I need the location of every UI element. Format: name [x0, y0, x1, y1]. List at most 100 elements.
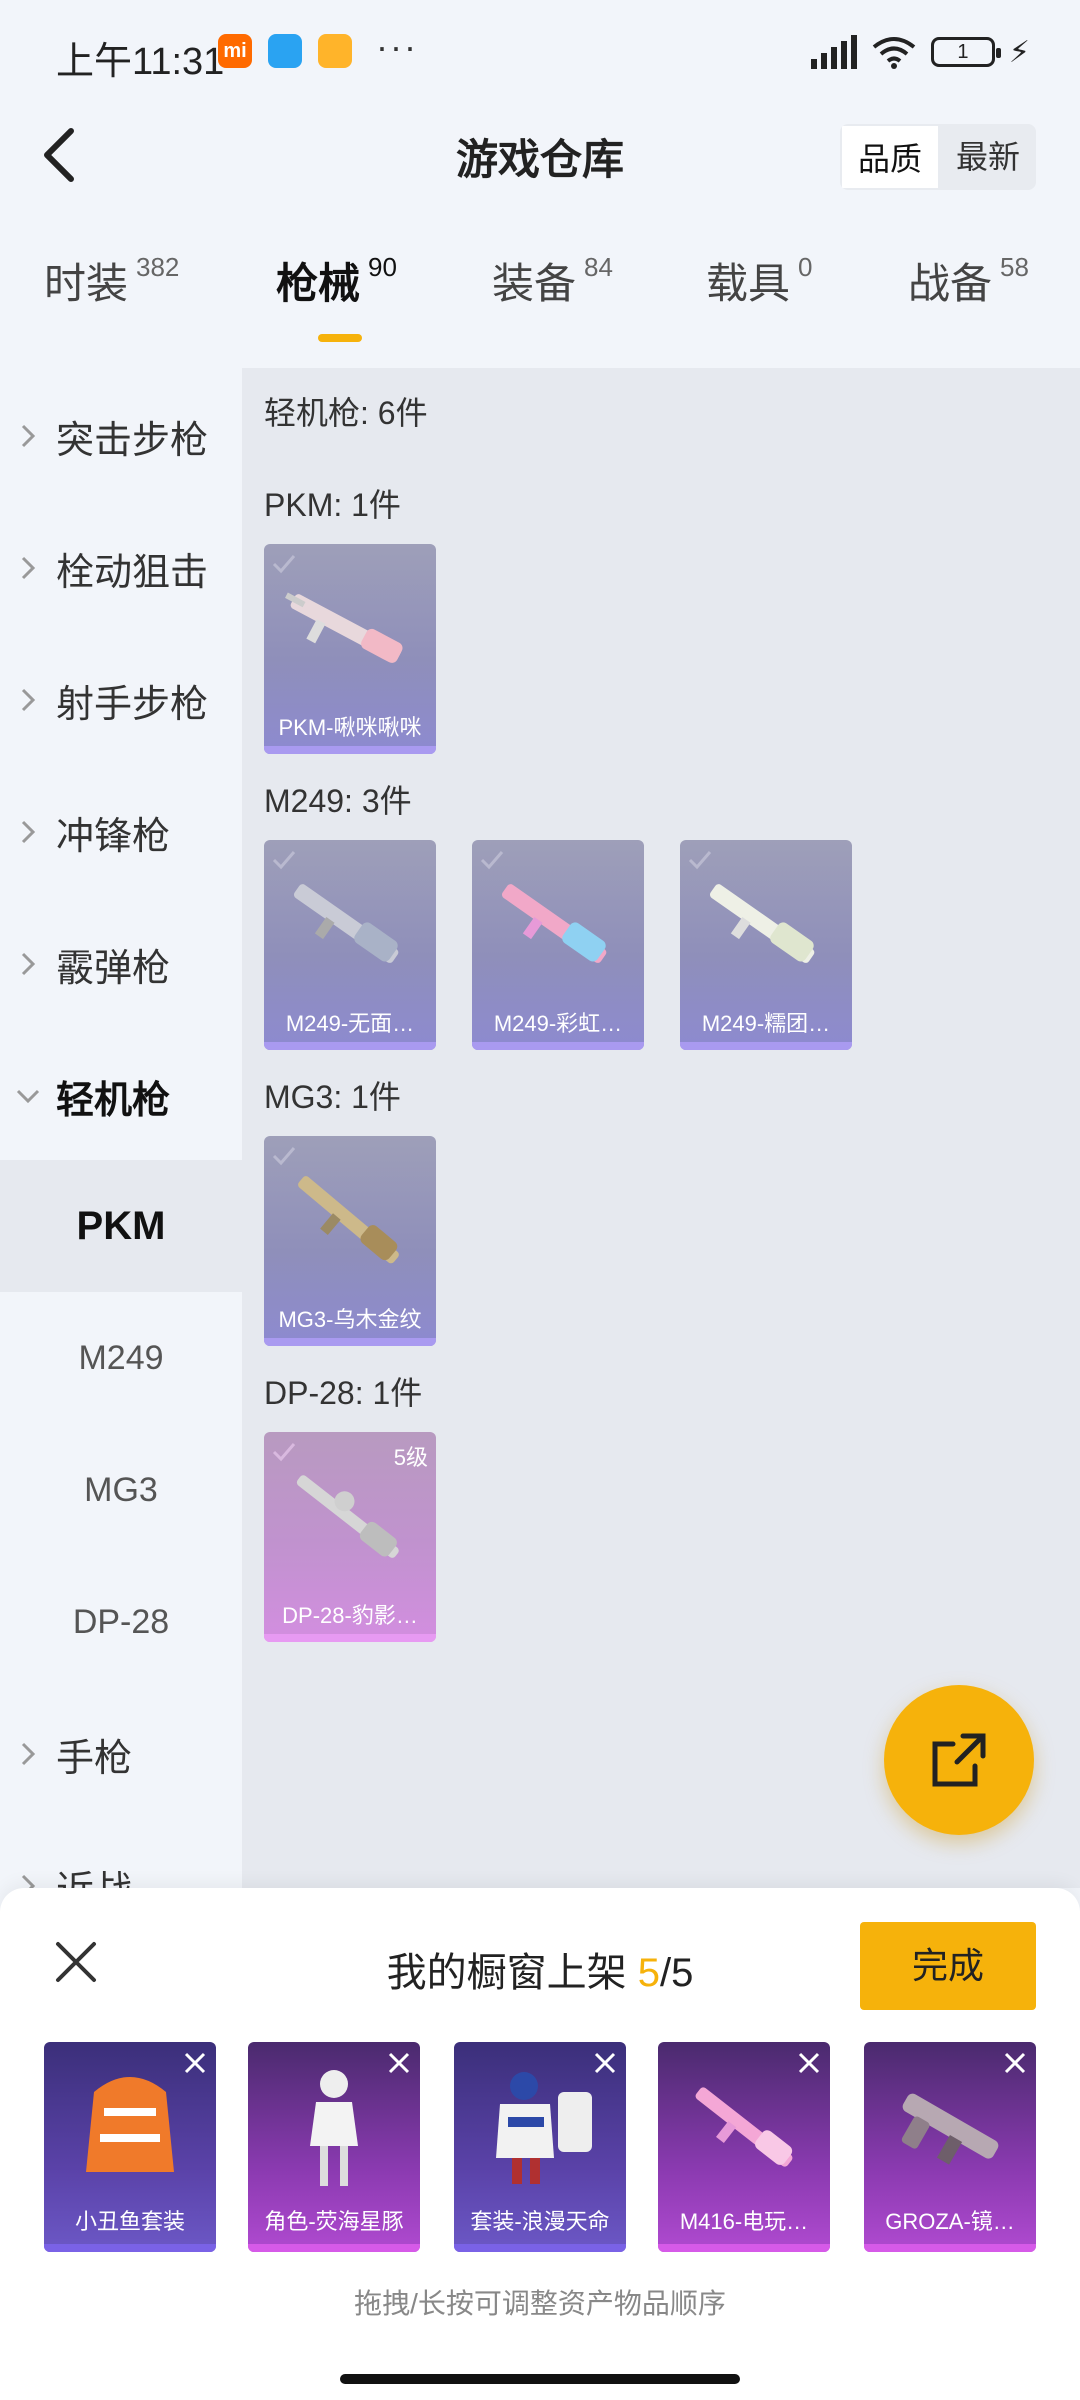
showcase-item[interactable]: 角色-荧海星豚 — [248, 2042, 420, 2252]
sidebar-item-shotguns[interactable]: 霰弹枪 — [0, 898, 242, 1030]
share-external-icon — [932, 1733, 986, 1787]
done-button[interactable]: 完成 — [860, 1922, 1036, 2010]
rarity-bar — [264, 1338, 436, 1346]
home-indicator[interactable] — [340, 2374, 740, 2384]
sidebar-item-pistols[interactable]: 手枪 — [0, 1688, 242, 1820]
showcase-item[interactable]: M416-电玩… — [658, 2042, 830, 2252]
tab-vehicles[interactable]: 载具 0 — [706, 250, 812, 340]
chevron-right-icon — [0, 687, 56, 713]
tab-firearms[interactable]: 枪械 90 — [276, 250, 397, 340]
item-card[interactable]: PKM-啾咪啾咪 — [264, 544, 436, 754]
showcase-item[interactable]: GROZA-镜… — [864, 2042, 1036, 2252]
chevron-right-icon — [0, 819, 56, 845]
section-title-pkm: PKM: 1件 — [264, 487, 401, 523]
sidebar-subitem-m249[interactable]: M249 — [0, 1292, 242, 1424]
remove-item-icon[interactable] — [1000, 2048, 1030, 2078]
tab-supplies[interactable]: 战备 58 — [908, 250, 1029, 340]
tab-count: 58 — [1000, 252, 1029, 282]
showcase-item[interactable]: 小丑鱼套装 — [44, 2042, 216, 2252]
item-card[interactable]: 5级 DP-28-豹影… — [264, 1432, 436, 1642]
sidebar-subitem-mg3[interactable]: MG3 — [0, 1424, 242, 1556]
outfit-set-image — [496, 2072, 592, 2184]
remove-item-icon[interactable] — [794, 2048, 824, 2078]
share-button[interactable] — [884, 1685, 1034, 1835]
item-name: 角色-荧海星豚 — [264, 2209, 404, 2234]
character-image — [310, 2070, 358, 2186]
tab-equipment[interactable]: 装备 84 — [492, 250, 613, 340]
sort-toggle: 品质 最新 — [839, 124, 1036, 190]
active-tab-indicator — [318, 334, 362, 342]
tab-count: 90 — [368, 252, 397, 282]
chevron-right-icon — [0, 1873, 56, 1888]
rarity-bar — [248, 2244, 420, 2252]
rarity-bar — [864, 2244, 1036, 2252]
m416-gun-image — [695, 2087, 793, 2167]
item-name: 套装-浪漫天命 — [470, 2209, 610, 2234]
sidebar-item-lmgs[interactable]: 轻机枪 — [0, 1030, 242, 1162]
pkm-gun-image — [285, 592, 403, 663]
tab-count: 84 — [584, 252, 613, 282]
item-card[interactable]: MG3-乌木金纹 — [264, 1136, 436, 1346]
sidebar-subitem-pkm[interactable]: PKM — [0, 1160, 242, 1292]
category-tabs: 时装 382 枪械 90 装备 84 载具 0 战备 58 — [0, 250, 1080, 350]
rarity-bar — [264, 1634, 436, 1642]
item-grid-panel: 轻机枪: 6件 PKM: 1件 PKM-啾咪啾咪 M249: 3件 M249-无… — [242, 368, 1080, 1888]
showcase-count: 5 — [637, 1951, 660, 1995]
groza-gun-image — [901, 2093, 999, 2165]
rarity-bar — [264, 1042, 436, 1050]
sidebar-item-assault-rifles[interactable]: 突击步枪 — [0, 370, 242, 502]
charging-icon: ⚡ — [1008, 35, 1030, 69]
battery-icon: 1 — [930, 37, 1001, 67]
chevron-right-icon — [0, 423, 56, 449]
section-title-m249: M249: 3件 — [264, 783, 412, 819]
tab-label: 时装 — [44, 260, 129, 307]
remove-item-icon[interactable] — [180, 2048, 210, 2078]
sidebar-item-smgs[interactable]: 冲锋枪 — [0, 766, 242, 898]
tab-label: 战备 — [908, 260, 993, 307]
sidebar-item-label: 手枪 — [56, 1737, 133, 1780]
showcase-item[interactable]: 套装-浪漫天命 — [454, 2042, 626, 2252]
sidebar-item-marksman-rifles[interactable]: 射手步枪 — [0, 634, 242, 766]
item-name: M416-电玩… — [679, 2209, 809, 2234]
tab-label: 载具 — [706, 260, 791, 307]
tab-fashion[interactable]: 时装 382 — [44, 250, 179, 340]
category-summary: 轻机枪: 6件 — [264, 395, 428, 431]
sort-newest-button[interactable]: 最新 — [940, 124, 1036, 190]
tab-count: 0 — [798, 252, 813, 282]
clownfish-outfit-image — [86, 2077, 174, 2172]
remove-item-icon[interactable] — [590, 2048, 620, 2078]
m249-white-gun-image — [709, 884, 815, 963]
m249-rainbow-gun-image — [501, 884, 607, 963]
signal-icon — [810, 35, 857, 69]
m249-gun-image — [293, 884, 399, 963]
item-name: M249-彩虹… — [493, 1011, 623, 1036]
chevron-right-icon — [0, 951, 56, 977]
sidebar-subitem-dp28[interactable]: DP-28 — [0, 1556, 242, 1688]
mi-app-icon: mi — [218, 34, 252, 68]
header: 游戏仓库 品质 最新 — [0, 100, 1080, 210]
sidebar-item-label: 霰弹枪 — [56, 947, 171, 990]
chevron-right-icon — [0, 555, 56, 581]
wifi-icon — [872, 37, 916, 69]
rarity-bar — [658, 2244, 830, 2252]
rarity-bar — [454, 2244, 626, 2252]
item-card[interactable]: M249-糯团… — [680, 840, 852, 1050]
sort-quality-button[interactable]: 品质 — [839, 124, 940, 190]
sidebar-item-bolt-snipers[interactable]: 栓动狙击 — [0, 502, 242, 634]
showcase-sheet: 我的橱窗上架 5/5 完成 小丑鱼套装 角色-荧海星豚 套装-浪漫天命 M416… — [0, 1888, 1080, 2400]
sidebar-item-melee[interactable]: 近战 — [0, 1820, 242, 1888]
sheet-title-text: 我的橱窗上架 — [386, 1951, 627, 1995]
section-title-dp28: DP-28: 1件 — [264, 1375, 423, 1411]
item-name: M249-无面… — [285, 1011, 415, 1036]
more-notifications-icon: ··· — [376, 26, 418, 67]
item-card[interactable]: M249-彩虹… — [472, 840, 644, 1050]
chevron-down-icon — [0, 1088, 56, 1104]
rarity-bar — [44, 2244, 216, 2252]
mg3-gun-image — [298, 1176, 399, 1264]
notes-app-icon — [318, 34, 352, 68]
tab-label: 枪械 — [276, 260, 361, 307]
remove-item-icon[interactable] — [384, 2048, 414, 2078]
item-name: 小丑鱼套装 — [74, 2209, 185, 2234]
item-card[interactable]: M249-无面… — [264, 840, 436, 1050]
chevron-right-icon — [0, 1741, 56, 1767]
